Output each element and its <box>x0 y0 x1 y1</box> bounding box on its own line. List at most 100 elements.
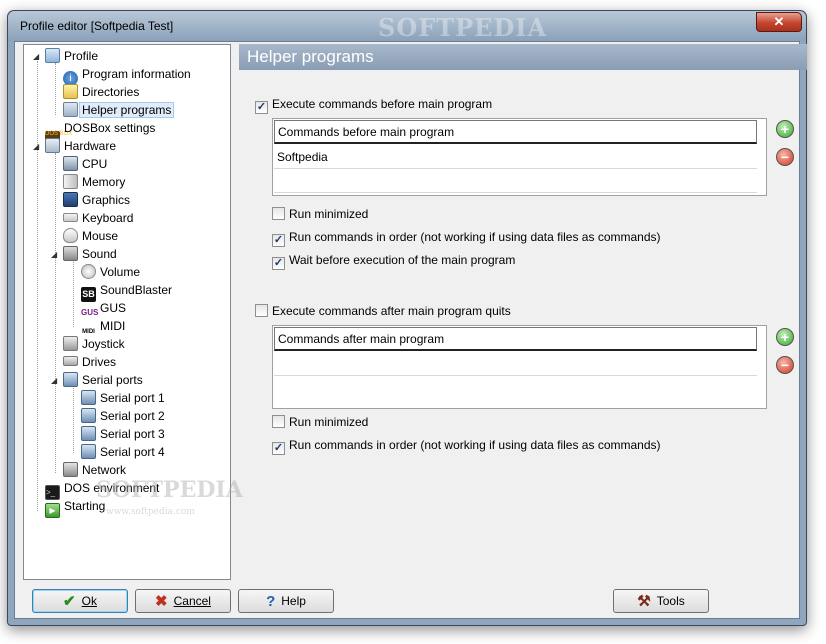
execute-before-checkbox[interactable]: ✓ Execute commands before main program <box>255 96 493 114</box>
tree-watermark: SOFTPEDIA <box>96 477 243 503</box>
tree-label: SoundBlaster <box>100 283 173 297</box>
tree-item-mouse[interactable]: Mouse <box>63 227 118 245</box>
checkbox-box[interactable]: ✓ <box>272 442 285 455</box>
list-item-empty[interactable] <box>274 352 757 376</box>
tree-label: MIDI <box>100 319 126 333</box>
tree-item-serial-port-4[interactable]: Serial port 4 <box>81 443 165 461</box>
checkbox-box[interactable] <box>272 207 285 220</box>
tree-label: Serial port 1 <box>100 391 165 405</box>
commands-before-header[interactable]: Commands before main program <box>274 120 757 144</box>
collapse-icon[interactable]: ◢ <box>33 53 41 61</box>
tree-label: Profile <box>64 49 99 63</box>
computer-icon <box>63 156 78 171</box>
tree-item-serial-port-2[interactable]: Serial port 2 <box>81 407 165 425</box>
folder-icon <box>63 84 78 99</box>
title-bar[interactable]: Profile editor [Softpedia Test] SOFTPEDI… <box>8 11 806 42</box>
help-button[interactable]: ? Help <box>238 589 334 613</box>
tree-item-directories[interactable]: Directories <box>63 83 139 101</box>
help-label: Help <box>281 594 306 608</box>
commands-after-list[interactable]: Commands after main program <box>272 325 767 409</box>
tree-item-serial-port-1[interactable]: Serial port 1 <box>81 389 165 407</box>
cancel-label: Cancel <box>173 594 211 608</box>
profile-icon <box>45 48 60 63</box>
collapse-icon[interactable]: ◢ <box>51 377 59 385</box>
memory-icon <box>63 174 78 189</box>
tree-label: Serial port 2 <box>100 409 165 423</box>
remove-before-button[interactable]: − <box>776 148 794 166</box>
list-item-empty[interactable] <box>274 169 757 193</box>
tree-item-graphics[interactable]: Graphics <box>63 191 130 209</box>
keyboard-icon <box>63 213 78 222</box>
profile-tree[interactable]: ◢ Profile i Program information Directori… <box>23 44 243 580</box>
tree-label: DOSBox settings <box>64 121 156 135</box>
tree-item-serial-ports[interactable]: Serial ports <box>63 371 143 389</box>
tree-guide-line <box>73 385 74 453</box>
tools-button[interactable]: ⚒ Tools <box>613 589 709 613</box>
tree-label: Mouse <box>82 229 119 243</box>
profile-editor-window: Profile editor [Softpedia Test] SOFTPEDI… <box>7 10 807 626</box>
checkbox-box[interactable]: ✓ <box>272 257 285 270</box>
checkbox-label: Execute commands before main program <box>272 97 493 111</box>
check-icon: ✔ <box>63 593 76 610</box>
checkbox-label: Run minimized <box>289 207 369 221</box>
tree-item-memory[interactable]: Memory <box>63 173 125 191</box>
tree-item-drives[interactable]: Drives <box>63 353 116 371</box>
tree-item-sound[interactable]: Sound <box>63 245 117 263</box>
speaker-icon <box>63 246 78 261</box>
collapse-icon[interactable]: ◢ <box>33 143 41 151</box>
list-item[interactable]: Softpedia <box>274 145 757 169</box>
add-before-button[interactable]: + <box>776 120 794 138</box>
tree-guide-line <box>73 259 74 327</box>
commands-before-list[interactable]: Commands before main program Softpedia <box>272 118 767 196</box>
client-area: ◢ Profile i Program information Directori… <box>14 41 807 619</box>
drive-icon <box>63 356 78 366</box>
hardware-icon <box>45 138 60 153</box>
remove-after-button[interactable]: − <box>776 356 794 374</box>
helper-programs-panel: Helper programs ✓ Execute commands before… <box>239 44 807 580</box>
tree-label: Serial port 3 <box>100 427 165 441</box>
tree-item-dosbox-settings[interactable]: DOS BOXDOSBox settings <box>45 119 156 146</box>
tree-item-gus[interactable]: GUS GUS <box>81 299 126 320</box>
tree-item-midi[interactable]: MIDI MIDI <box>81 317 126 340</box>
tree-item-helper-programs[interactable]: Helper programs <box>63 101 175 119</box>
collapse-icon[interactable]: ◢ <box>51 251 59 259</box>
wait-before-checkbox[interactable]: ✓ Wait before execution of the main progr… <box>272 252 515 270</box>
checkbox-box[interactable]: ✓ <box>255 101 268 114</box>
tree-label: Serial port 4 <box>100 445 165 459</box>
tree-item-program-information[interactable]: i Program information <box>63 65 191 86</box>
before-run-minimized-checkbox[interactable]: Run minimized <box>272 206 368 222</box>
tree-label: Directories <box>82 85 140 99</box>
tree-item-profile[interactable]: Profile <box>45 47 98 65</box>
checkbox-label: Run commands in order (not working if us… <box>289 438 661 452</box>
tree-item-cpu[interactable]: CPU <box>63 155 107 173</box>
add-after-button[interactable]: + <box>776 328 794 346</box>
serial-port-icon <box>81 444 96 459</box>
before-run-in-order-checkbox[interactable]: ✓ Run commands in order (not working if u… <box>272 229 661 247</box>
after-run-minimized-checkbox[interactable]: Run minimized <box>272 414 368 430</box>
serial-port-icon <box>81 426 96 441</box>
checkbox-box[interactable]: ✓ <box>272 234 285 247</box>
execute-after-checkbox[interactable]: Execute commands after main program quit… <box>255 303 511 319</box>
tree-label: Hardware <box>64 139 117 153</box>
tree-item-hardware[interactable]: Hardware <box>45 137 116 155</box>
close-button[interactable]: ✕ <box>756 12 802 32</box>
panel-title: Helper programs <box>239 44 807 70</box>
checkbox-box[interactable] <box>272 415 285 428</box>
cancel-button[interactable]: ✖ Cancel <box>135 589 231 613</box>
tools-icon: ⚒ <box>637 593 651 610</box>
tools-label: Tools <box>656 594 685 608</box>
joystick-icon <box>63 336 78 351</box>
checkbox-box[interactable] <box>255 304 268 317</box>
after-run-in-order-checkbox[interactable]: ✓ Run commands in order (not working if u… <box>272 437 661 455</box>
tree-item-serial-port-3[interactable]: Serial port 3 <box>81 425 165 443</box>
help-icon: ? <box>266 593 276 610</box>
tree-item-volume[interactable]: Volume <box>81 263 140 281</box>
serial-port-icon <box>63 372 78 387</box>
tree-label: Sound <box>82 247 117 261</box>
ok-button[interactable]: ✔ Ok <box>32 589 128 613</box>
tree-item-soundblaster[interactable]: SB SoundBlaster <box>81 281 173 302</box>
commands-after-header[interactable]: Commands after main program <box>274 327 757 351</box>
tree-item-joystick[interactable]: Joystick <box>63 335 125 353</box>
tree-item-keyboard[interactable]: Keyboard <box>63 209 133 227</box>
tree-guide-line <box>55 153 56 473</box>
